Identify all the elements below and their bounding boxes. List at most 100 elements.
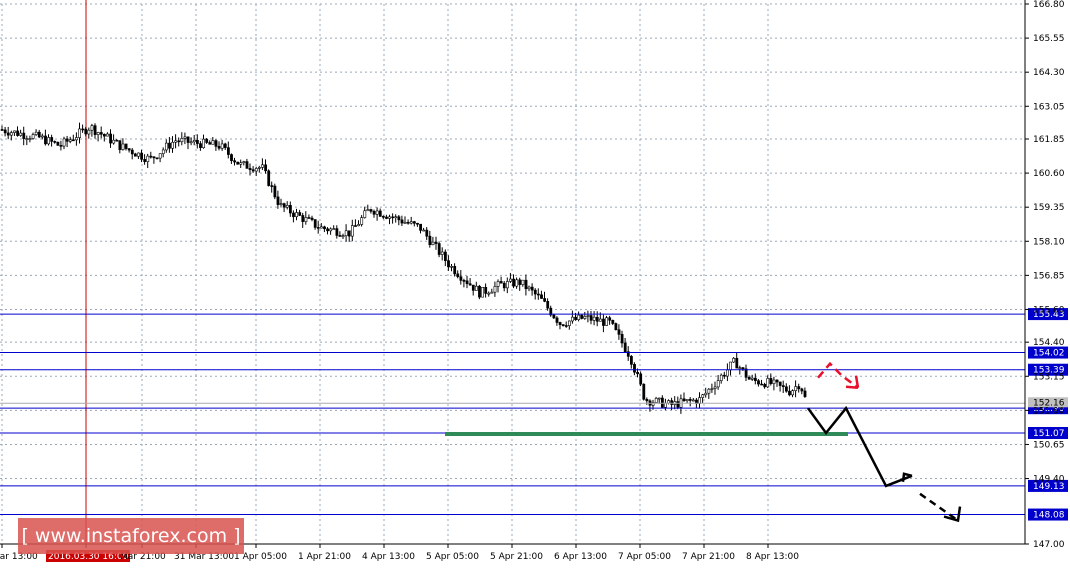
y-tick-label: 150.65	[1033, 440, 1065, 450]
candle	[103, 133, 106, 142]
candle-body	[394, 216, 398, 219]
candle-body	[158, 153, 162, 159]
candle	[62, 136, 66, 150]
candle	[518, 277, 522, 291]
candle-body	[580, 314, 584, 319]
candle	[642, 383, 646, 401]
candle-body	[409, 221, 413, 224]
candle-body	[536, 293, 540, 296]
y-tick-label: 151.90	[1033, 406, 1065, 416]
candle-body	[288, 205, 292, 214]
candle-body	[214, 140, 218, 147]
candle	[691, 398, 695, 402]
candle	[422, 227, 426, 232]
grid	[0, 0, 1025, 545]
candle-body	[267, 170, 271, 186]
candle-body	[121, 143, 125, 150]
candle	[416, 222, 419, 227]
candle-body	[608, 317, 612, 321]
candle	[19, 129, 23, 137]
candle-body	[670, 400, 674, 405]
candle	[84, 126, 88, 137]
candle	[186, 136, 190, 150]
candle-body	[543, 298, 547, 302]
candle-body	[564, 325, 568, 327]
candle	[44, 129, 47, 146]
candle	[257, 165, 261, 173]
candle	[453, 263, 457, 277]
candle-body	[505, 281, 509, 289]
candle-body	[437, 243, 441, 255]
candle	[180, 132, 184, 146]
candle	[78, 122, 82, 144]
candle	[626, 346, 630, 361]
candle-body	[146, 155, 150, 162]
candle	[391, 213, 395, 224]
level-label: 151.07	[1033, 429, 1065, 439]
candle-body	[753, 377, 757, 381]
candle	[233, 157, 237, 166]
candle	[282, 202, 286, 213]
candle-body	[800, 388, 804, 392]
candle	[81, 124, 85, 133]
candle-body	[763, 383, 767, 388]
candle-body	[642, 383, 646, 400]
forecast-line-solid	[806, 405, 913, 488]
candle	[313, 219, 317, 230]
candle	[428, 230, 432, 248]
candle-body	[124, 143, 128, 149]
candle	[242, 160, 246, 166]
candle	[199, 141, 202, 151]
candle-body	[636, 371, 640, 375]
alternative-arrow	[817, 361, 859, 389]
candle	[109, 129, 113, 148]
candle	[608, 315, 612, 325]
candle	[763, 382, 767, 389]
candle-body	[372, 211, 376, 215]
candle-body	[103, 133, 106, 137]
candle-body	[772, 379, 776, 384]
candle	[183, 132, 187, 145]
candle-body	[555, 317, 559, 323]
candle-body	[660, 397, 664, 408]
candle-body	[468, 283, 472, 286]
y-tick-label: 158.10	[1033, 237, 1065, 247]
candle	[688, 397, 692, 407]
candle	[484, 283, 488, 298]
candle-body	[797, 386, 801, 390]
candle-body	[199, 143, 202, 149]
candle	[261, 158, 264, 170]
x-tick-label: 7 Apr 05:00	[618, 552, 671, 562]
candle	[654, 396, 658, 404]
candle	[760, 379, 764, 386]
candle-body	[223, 143, 227, 148]
candle-body	[130, 149, 134, 155]
candle-body	[366, 209, 370, 212]
candle-body	[143, 159, 147, 162]
candle	[481, 287, 485, 298]
candle-body	[667, 400, 671, 404]
candle	[3, 126, 7, 137]
candle	[400, 215, 404, 227]
candle-body	[279, 203, 283, 205]
candle-body	[304, 217, 308, 222]
candle-body	[236, 161, 240, 165]
candle-body	[261, 164, 264, 168]
candle	[75, 132, 78, 146]
candle	[679, 394, 683, 414]
candle-body	[192, 139, 196, 143]
candle	[803, 387, 807, 398]
candle	[543, 291, 547, 303]
candle-body	[90, 125, 94, 131]
candle-body	[270, 185, 274, 187]
candle	[211, 137, 215, 145]
y-tick-label: 154.40	[1033, 338, 1065, 348]
candle	[230, 153, 233, 164]
candle-body	[757, 380, 760, 385]
candle	[546, 298, 550, 311]
x-tick-label: 6 Apr 13:00	[554, 552, 607, 562]
candle	[121, 138, 125, 151]
candle-body	[227, 147, 230, 155]
candle	[28, 135, 32, 143]
candle-body	[220, 143, 224, 149]
